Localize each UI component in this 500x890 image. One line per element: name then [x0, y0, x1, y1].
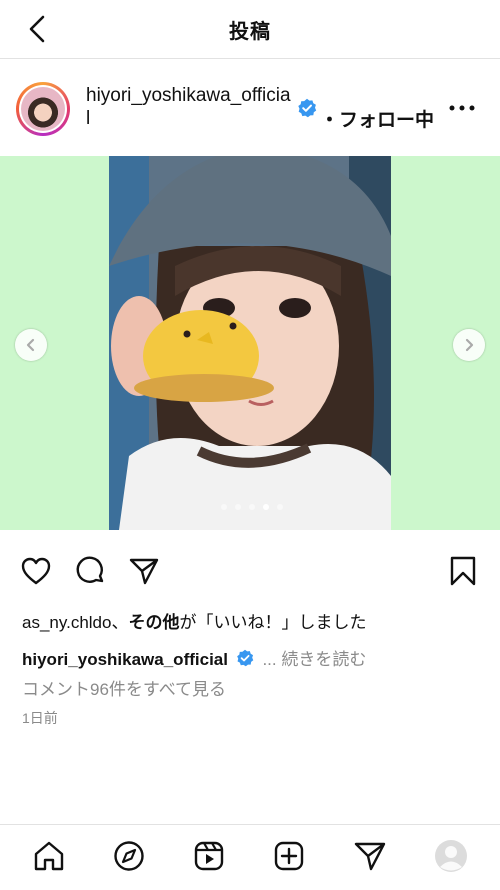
likes-summary[interactable]: as_ny.chldo、その他が「いいね！」しました — [22, 608, 366, 633]
selfie-illustration — [109, 156, 391, 530]
read-more-link[interactable]: ... 続きを読む — [262, 650, 366, 669]
next-photo-button[interactable] — [453, 329, 485, 361]
carousel-dot — [277, 504, 283, 510]
post-author-row: hiyori_yoshikawa_official ・フォロー中 — [0, 59, 500, 155]
view-all-comments-link[interactable]: コメント96件をすべて見る — [22, 675, 226, 700]
comment-bubble-icon[interactable] — [75, 555, 107, 587]
chevron-left-icon — [26, 338, 35, 352]
caption-username[interactable]: hiyori_yoshikawa_official — [22, 650, 228, 669]
liker-username[interactable]: as_ny.chldo — [22, 613, 111, 632]
chevron-right-icon — [465, 338, 474, 352]
post-media-carousel[interactable] — [0, 156, 500, 530]
heart-icon[interactable] — [20, 555, 52, 587]
post-actions — [0, 540, 500, 600]
reels-icon[interactable] — [192, 839, 226, 873]
author-avatar[interactable] — [16, 82, 70, 136]
post-photo — [109, 156, 391, 530]
bottom-tab-bar — [0, 824, 500, 890]
profile-avatar-icon[interactable] — [434, 839, 468, 873]
carousel-dot — [249, 504, 255, 510]
page-title: 投稿 — [229, 21, 271, 43]
previous-photo-button[interactable] — [15, 329, 47, 361]
carousel-dots — [221, 504, 283, 512]
carousel-dot — [221, 504, 227, 510]
carousel-dot — [235, 504, 241, 510]
carousel-dot-active — [263, 504, 269, 510]
explore-compass-icon[interactable] — [112, 839, 146, 873]
top-bar: 投稿 — [0, 0, 500, 59]
create-plus-icon[interactable] — [272, 839, 306, 873]
verified-badge-icon — [298, 98, 317, 118]
caption: hiyori_yoshikawa_official ... 続きを読む — [22, 645, 366, 670]
bookmark-icon[interactable] — [447, 555, 479, 587]
following-status[interactable]: ・フォロー中 — [320, 105, 434, 132]
verified-badge-icon — [236, 649, 253, 667]
home-icon[interactable] — [32, 839, 66, 873]
paper-plane-icon[interactable] — [128, 555, 160, 587]
more-options-icon[interactable] — [449, 103, 475, 113]
likers-others[interactable]: その他 — [128, 613, 179, 632]
direct-message-icon[interactable] — [353, 839, 387, 873]
author-username[interactable]: hiyori_yoshikawa_official — [86, 84, 292, 130]
post-timestamp: 1日前 — [22, 710, 58, 726]
